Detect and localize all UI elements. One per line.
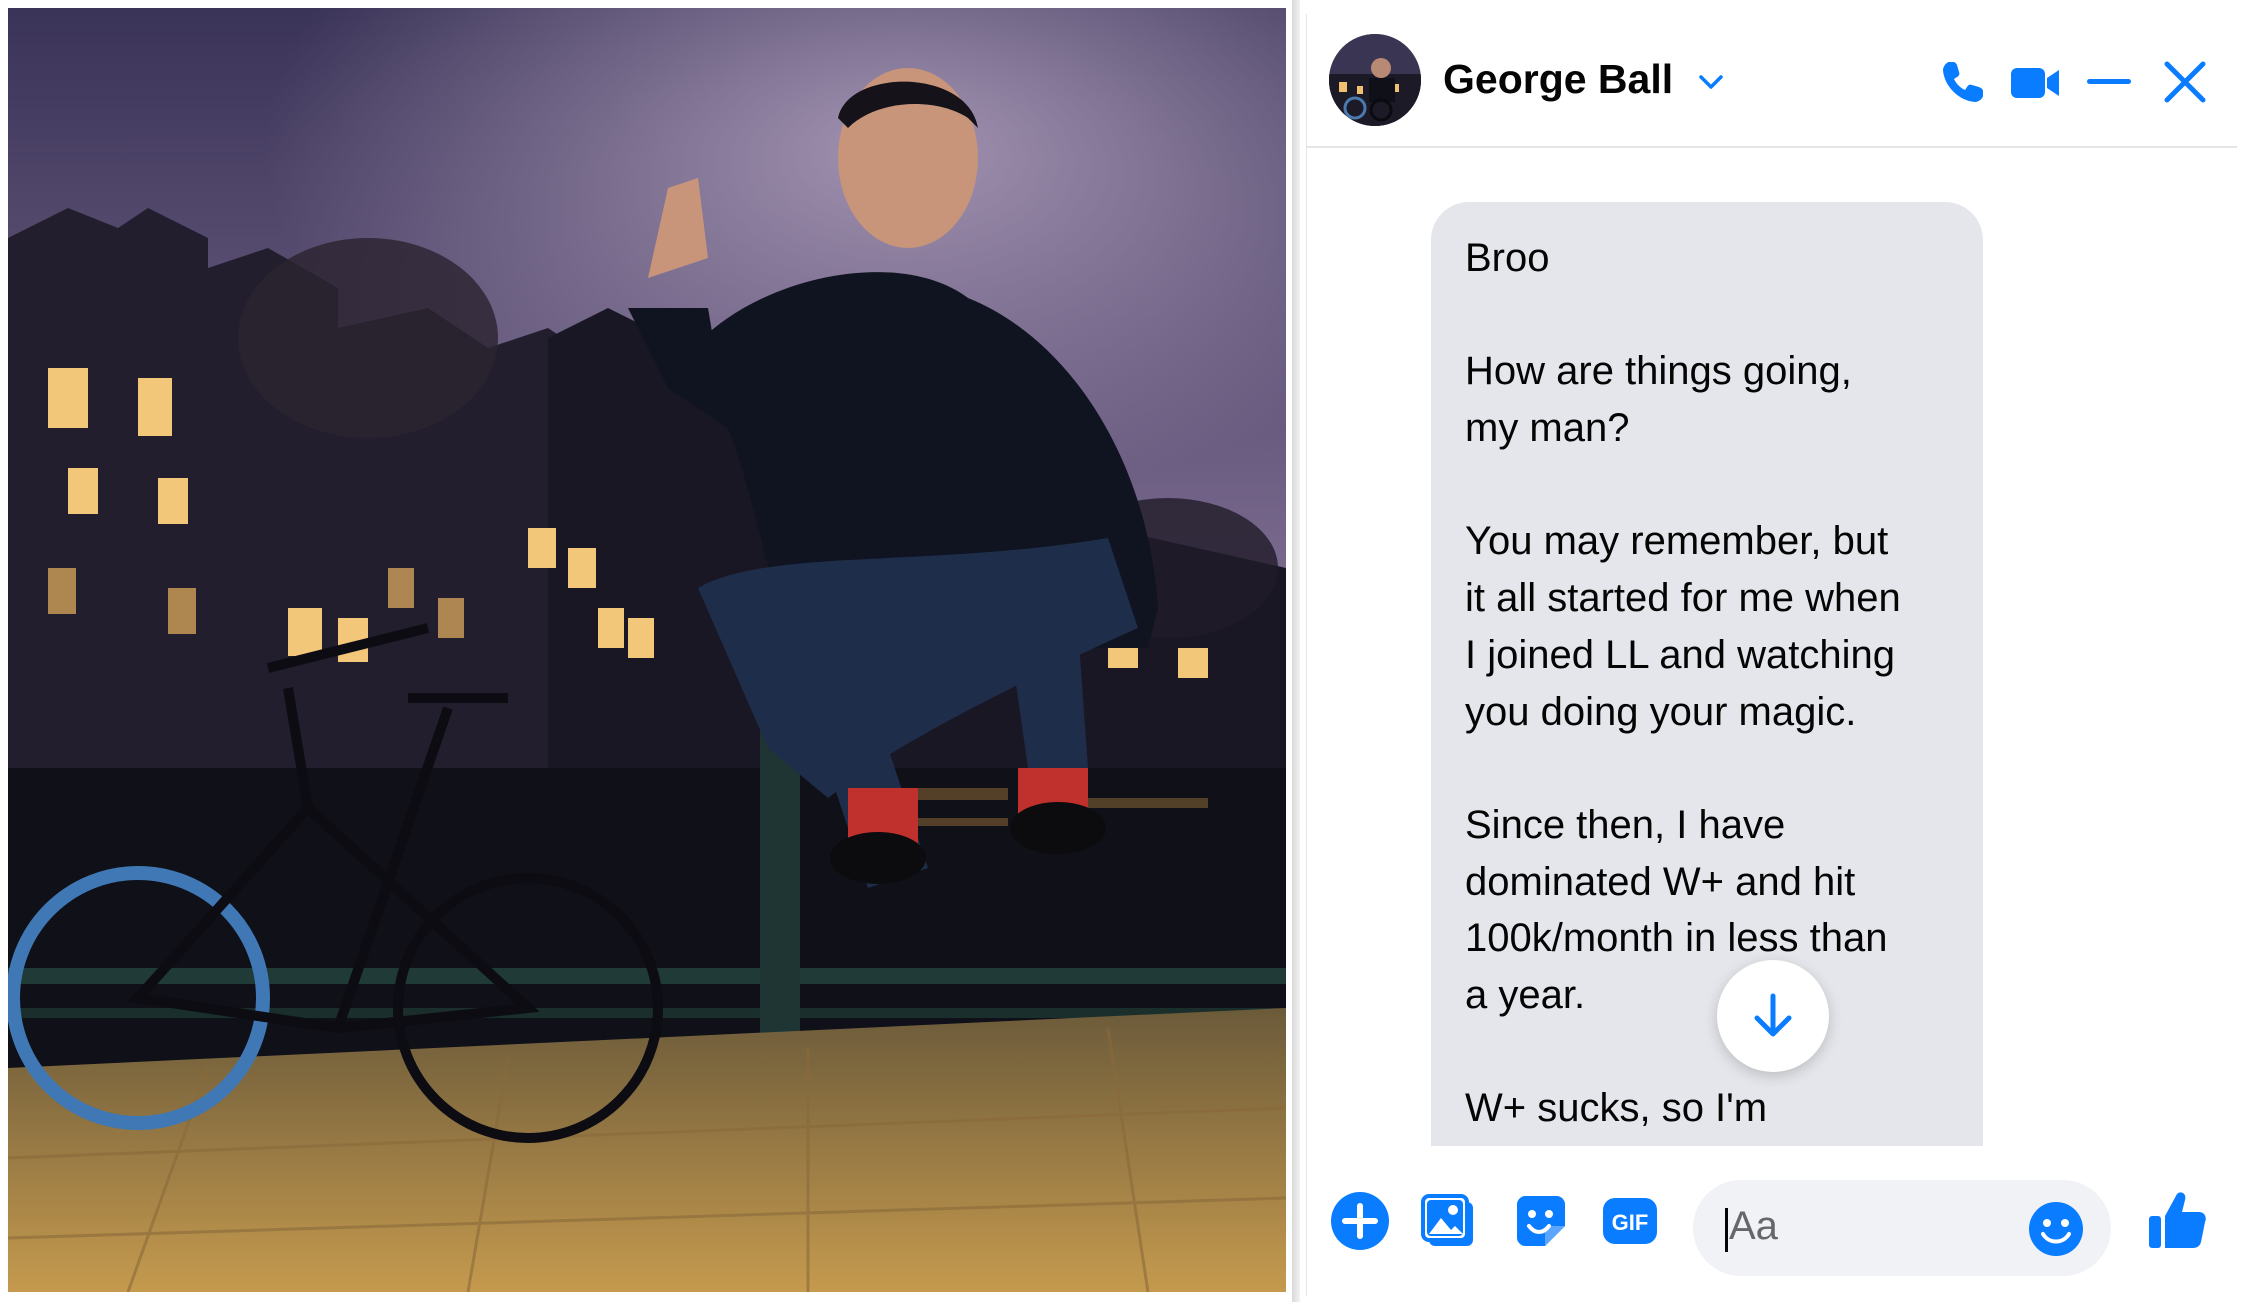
avatar-image (1329, 34, 1421, 126)
message-paragraph: You may remember, but it all started for… (1465, 513, 1949, 740)
message-paragraph: Since then, I have dominated W+ and hit … (1465, 797, 1949, 1024)
message-line: a year. (1465, 973, 1586, 1018)
scroll-to-bottom-button[interactable] (1717, 960, 1829, 1072)
sticker-icon[interactable] (1509, 1190, 1571, 1252)
message-line: W+ sucks, so I'm (1465, 1086, 1768, 1131)
gif-label: GIF (1612, 1210, 1649, 1235)
message-line: my man? (1465, 406, 1630, 451)
message-input-placeholder: Aa (1729, 1204, 1778, 1248)
image-icon[interactable] (1419, 1190, 1481, 1252)
message-line: Broo (1465, 236, 1550, 280)
shared-photo[interactable] (8, 8, 1286, 1292)
panel-divider (1292, 0, 1300, 1302)
message-bubble[interactable]: Broo How are things going, my man? You m… (1431, 202, 1983, 1146)
thumbs-up-icon[interactable] (2143, 1186, 2211, 1254)
message-paragraph: Broo (1465, 230, 1949, 287)
emoji-icon[interactable] (2027, 1200, 2085, 1258)
chevron-down-icon[interactable] (1693, 64, 1729, 100)
video-icon[interactable] (2007, 54, 2063, 110)
message-line: you doing your magic. (1465, 689, 1857, 734)
contact-name[interactable]: George Ball (1443, 56, 1673, 103)
message-line: How are things going, (1465, 349, 1852, 394)
message-composer: GIF Aa (1307, 1146, 2237, 1296)
close-icon[interactable] (2157, 54, 2213, 110)
arrow-down-icon (1754, 993, 1792, 1037)
message-paragraph: W+ sucks, so I'm (1465, 1080, 1949, 1137)
message-paragraph: How are things going, my man? (1465, 343, 1949, 456)
message-line: I joined LL and watching (1465, 632, 1895, 677)
message-line: You may remember, but (1465, 519, 1889, 564)
avatar[interactable] (1329, 34, 1421, 126)
phone-icon[interactable] (1935, 54, 1991, 110)
gif-icon[interactable]: GIF (1599, 1190, 1661, 1252)
message-line: 100k/month in less than (1465, 916, 1888, 961)
plus-icon[interactable] (1329, 1190, 1391, 1252)
message-input[interactable]: Aa (1693, 1180, 2111, 1276)
message-line: Since then, I have (1465, 802, 1786, 847)
messenger-chat-window: George Ball Broo How are things going, m… (1306, 14, 2237, 1296)
night-canal-photo (8, 8, 1286, 1292)
message-list[interactable]: Broo How are things going, my man? You m… (1307, 148, 2237, 1146)
chat-header: George Ball (1307, 14, 2237, 148)
text-caret (1725, 1208, 1728, 1252)
minimize-icon[interactable] (2081, 54, 2137, 110)
message-line: it all started for me when (1465, 576, 1901, 621)
message-line: dominated W+ and hit (1465, 859, 1856, 904)
